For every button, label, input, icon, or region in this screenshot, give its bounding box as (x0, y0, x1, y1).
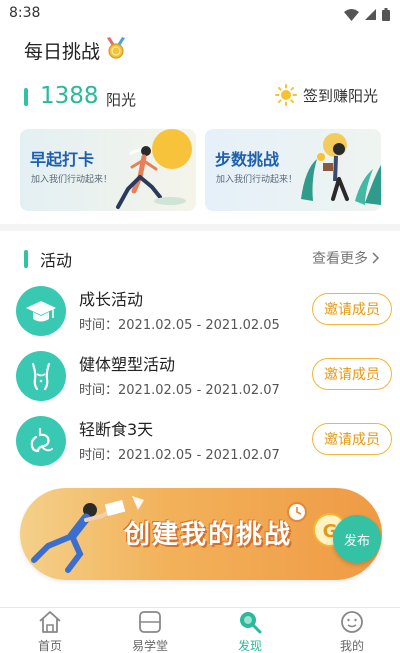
sunshine-points: 1388 (40, 83, 99, 109)
nav-home-label: 首页 (37, 639, 62, 653)
discover-icon (240, 612, 262, 634)
checkin-label: 签到赚阳光 (302, 86, 378, 105)
bottom-nav: 首页 易学堂 发现 我的 (0, 607, 400, 653)
checkin-button[interactable]: 签到赚阳光 (274, 84, 378, 106)
home-icon (39, 611, 61, 633)
step-challenge-subtitle: 加入我们行动起来！ (216, 175, 298, 185)
chevron-right-icon (372, 252, 380, 264)
view-more-link[interactable]: 查看更多 (312, 248, 380, 268)
book-icon (139, 611, 161, 633)
walker-illustration (301, 133, 381, 205)
activity-time: 时间：2021.02.05 - 2021.02.05 (79, 318, 280, 333)
page-title: 每日挑战 (24, 37, 126, 64)
activities-title: 活动 (40, 251, 73, 270)
activity-item[interactable]: 轻断食3天 时间：2021.02.05 - 2021.02.07 邀请成员 (16, 416, 392, 476)
medal-icon (106, 37, 126, 64)
body-shape-icon (16, 351, 66, 401)
nav-home[interactable]: 首页 (10, 610, 90, 653)
sunshine-unit: 阳光 (106, 91, 137, 109)
sun-icon (274, 84, 297, 106)
step-challenge-title: 步数挑战 (215, 150, 280, 169)
activity-name: 成长活动 (79, 290, 144, 309)
early-rise-title: 早起打卡 (30, 150, 95, 169)
status-time: 8:38 (9, 5, 41, 21)
section-divider (0, 224, 400, 231)
publish-button[interactable]: 发布 (333, 515, 381, 563)
activities-header: 活动 查看更多 (24, 246, 380, 272)
wifi-icon (344, 8, 359, 21)
activity-item[interactable]: 健体塑型活动 时间：2021.02.05 - 2021.02.07 邀请成员 (16, 351, 392, 411)
battery-icon (382, 8, 390, 21)
activity-item[interactable]: 成长活动 时间：2021.02.05 - 2021.02.05 邀请成员 (16, 286, 392, 346)
early-rise-subtitle: 加入我们行动起来！ (31, 175, 113, 185)
sunshine-row: 1388 阳光 签到赚阳光 (24, 83, 378, 112)
accent-bar (24, 250, 28, 268)
activity-time: 时间：2021.02.05 - 2021.02.07 (79, 383, 280, 398)
graduation-cap-icon (16, 286, 66, 336)
clock-icon (287, 502, 307, 522)
nav-learn[interactable]: 易学堂 (110, 610, 190, 653)
invite-members-button[interactable]: 邀请成员 (312, 293, 392, 325)
activity-time: 时间：2021.02.05 - 2021.02.07 (79, 448, 280, 463)
accent-bar (24, 88, 28, 106)
status-bar: 8:38 (0, 0, 400, 28)
activity-name: 轻断食3天 (79, 420, 154, 439)
create-challenge-text: 创建我的挑战 (124, 520, 293, 550)
nav-profile-label: 我的 (339, 639, 364, 653)
nav-discover[interactable]: 发现 (210, 610, 290, 653)
stomach-icon (16, 416, 66, 466)
runner-illustration (116, 129, 192, 209)
nav-profile[interactable]: 我的 (312, 610, 392, 653)
nav-learn-label: 易学堂 (131, 639, 168, 653)
page-title-text: 每日挑战 (24, 41, 101, 63)
profile-icon (341, 611, 363, 633)
invite-members-button[interactable]: 邀请成员 (312, 423, 392, 455)
view-more-label: 查看更多 (312, 251, 368, 267)
activity-name: 健体塑型活动 (79, 355, 176, 374)
step-challenge-card[interactable]: 步数挑战 加入我们行动起来！ (205, 129, 381, 211)
nav-discover-label: 发现 (237, 639, 262, 653)
invite-members-button[interactable]: 邀请成员 (312, 358, 392, 390)
signal-icon (365, 9, 376, 20)
create-challenge-banner[interactable]: 创建我的挑战 G (20, 488, 382, 580)
status-icons (344, 8, 390, 21)
early-rise-card[interactable]: 早起打卡 加入我们行动起来！ (20, 129, 196, 211)
